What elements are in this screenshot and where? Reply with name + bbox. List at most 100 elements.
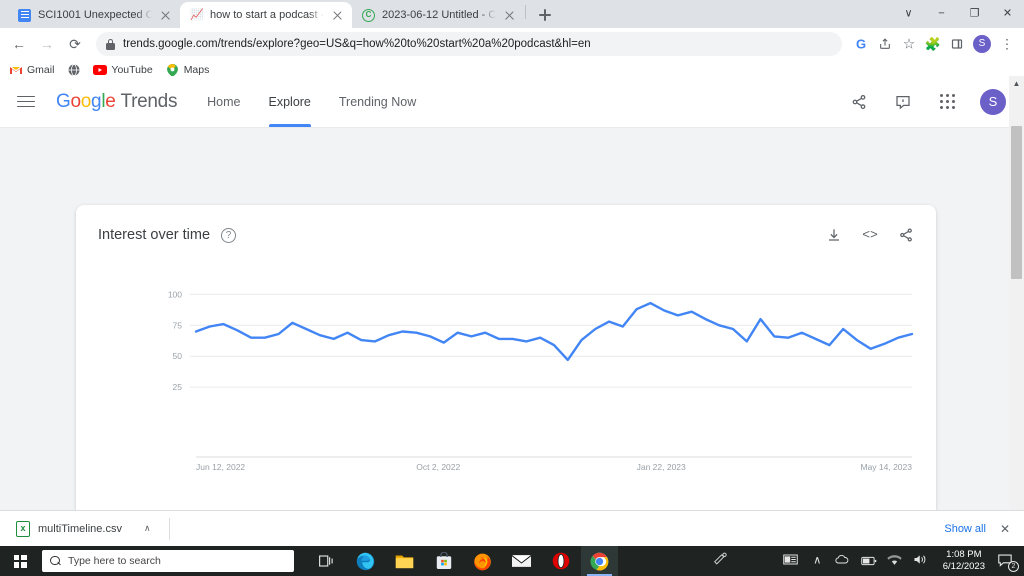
browser-toolbar: ← → ⟳ trends.google.com/trends/explore?g… [0, 28, 1024, 60]
show-all-downloads-button[interactable]: Show all [944, 523, 986, 535]
clock-date: 6/12/2023 [942, 561, 985, 572]
browser-tab[interactable]: SCI1001 Unexpected Careers Th [8, 2, 180, 28]
windows-taskbar: Type here to search ∧ 1:08 PM 6/12/2023 … [0, 546, 1024, 576]
gmail-icon [10, 64, 22, 76]
tab-strip: SCI1001 Unexpected Careers Th 📈 how to s… [0, 0, 1024, 28]
tab-search-glyph: ∨ [904, 7, 913, 20]
trends-nav: Home Explore Trending Now [207, 76, 416, 127]
close-window-button[interactable]: ✕ [991, 0, 1024, 28]
close-icon[interactable] [503, 9, 516, 22]
bookmark-gmail[interactable]: Gmail [10, 64, 54, 76]
scrollbar-thumb[interactable] [1011, 126, 1022, 279]
close-icon[interactable] [159, 9, 172, 22]
browser-tab[interactable]: C 2023-06-12 Untitled - Copy.ai [352, 2, 524, 28]
maximize-glyph: ❐ [969, 7, 980, 20]
clock[interactable]: 1:08 PM 6/12/2023 [939, 549, 989, 573]
google-lens-icon[interactable]: G [850, 33, 872, 55]
page-viewport: Google Trends Home Explore Trending Now … [0, 76, 1024, 546]
side-panel-icon[interactable] [946, 33, 968, 55]
download-shelf: multiTimeline.csv ∧ Show all ✕ [0, 510, 1024, 546]
card-title-text: Interest over time [98, 227, 211, 243]
nav-item-explore[interactable]: Explore [268, 76, 312, 127]
new-tab-button[interactable] [533, 3, 557, 27]
news-weather-icon[interactable] [782, 553, 800, 570]
start-button[interactable] [0, 546, 40, 576]
tab-separator [525, 4, 526, 19]
mail-icon[interactable] [503, 546, 540, 576]
browser-tab-active[interactable]: 📈 how to start a podcast - Explore [180, 2, 352, 28]
copyai-icon: C [362, 8, 375, 22]
close-icon[interactable] [331, 9, 344, 22]
svg-text:Jun 12, 2022: Jun 12, 2022 [196, 462, 245, 472]
bookmark-label: Maps [183, 63, 210, 76]
bookmark-globe[interactable] [68, 63, 80, 76]
download-shelf-actions: Show all ✕ [944, 522, 1016, 536]
trends-header-actions: S [848, 76, 1006, 127]
download-icon[interactable] [824, 225, 844, 245]
minimize-button[interactable]: − [925, 0, 958, 28]
vertical-scrollbar[interactable]: ▲ ▼ [1009, 76, 1024, 546]
google-apps-grid-icon[interactable] [936, 91, 958, 113]
divider [168, 517, 170, 540]
svg-text:Oct 2, 2022: Oct 2, 2022 [416, 462, 460, 472]
task-view-icon[interactable] [308, 546, 345, 576]
bookmark-maps[interactable]: Maps [166, 63, 210, 77]
wifi-icon[interactable] [887, 553, 904, 570]
back-button[interactable]: ← [6, 31, 32, 57]
profile-avatar[interactable]: S [973, 35, 991, 53]
address-bar[interactable]: trends.google.com/trends/explore?geo=US&… [96, 32, 842, 56]
google-trends-header: Google Trends Home Explore Trending Now … [0, 76, 1024, 128]
avatar[interactable]: S [980, 88, 1006, 115]
share-icon[interactable] [848, 91, 870, 113]
nav-item-home[interactable]: Home [207, 76, 240, 127]
forward-button[interactable]: → [34, 31, 60, 57]
windows-logo-icon [13, 554, 27, 568]
volume-icon[interactable] [913, 553, 930, 570]
firefox-icon[interactable] [464, 546, 501, 576]
bookmark-star-icon[interactable]: ☆ [898, 33, 920, 55]
google-trends-logo[interactable]: Google Trends [56, 91, 177, 113]
interest-over-time-chart[interactable]: 100 75 50 25 Jun 12, 2022 Oct 2, 2022 Jan 22, … [76, 271, 936, 546]
share-icon[interactable] [896, 225, 916, 245]
hamburger-menu-icon[interactable] [16, 94, 38, 110]
chrome-menu-icon[interactable]: ⋮ [996, 33, 1018, 55]
youtube-icon [93, 64, 108, 76]
download-item[interactable]: multiTimeline.csv ∧ [8, 516, 159, 542]
onedrive-icon[interactable] [835, 553, 852, 570]
bookmark-youtube[interactable]: YouTube [93, 64, 153, 76]
maximize-button[interactable]: ❐ [958, 0, 991, 28]
extensions-puzzle-icon[interactable]: 🧩 [922, 33, 944, 55]
tab-title: how to start a podcast - Explore [210, 8, 324, 21]
battery-icon[interactable] [860, 553, 878, 570]
chevron-up-icon[interactable]: ∧ [144, 523, 151, 534]
search-placeholder: Type here to search [68, 555, 161, 567]
reload-button[interactable]: ⟳ [62, 31, 88, 57]
svg-text:50: 50 [173, 351, 183, 361]
show-hidden-icons-chevron[interactable]: ∧ [809, 553, 826, 570]
file-explorer-icon[interactable] [386, 546, 423, 576]
tab-search-icon[interactable]: ∨ [892, 0, 925, 28]
notifications-button[interactable]: 2 [998, 552, 1019, 572]
feedback-icon[interactable] [892, 91, 914, 113]
window-controls: ∨ − ❐ ✕ [892, 0, 1024, 28]
interest-over-time-card: Interest over time ? <> 100 75 50 25 Jun… [76, 205, 936, 546]
share-page-icon[interactable] [874, 33, 896, 55]
close-download-shelf-button[interactable]: ✕ [1000, 522, 1010, 536]
page-title: Interest over time ? [98, 227, 237, 243]
scroll-up-icon[interactable]: ▲ [1009, 76, 1024, 91]
pen-workspace-icon[interactable] [714, 552, 728, 571]
document-icon [18, 8, 31, 22]
google-chrome-icon[interactable] [581, 546, 618, 576]
nav-item-trending-now[interactable]: Trending Now [339, 76, 416, 127]
microsoft-store-icon[interactable] [425, 546, 462, 576]
help-icon[interactable]: ? [221, 227, 237, 243]
embed-code-icon[interactable]: <> [860, 225, 880, 245]
globe-icon [68, 63, 80, 76]
search-input[interactable]: Type here to search [42, 550, 294, 572]
opera-icon[interactable] [542, 546, 579, 576]
microsoft-edge-icon[interactable] [347, 546, 384, 576]
card-actions: <> [824, 225, 916, 245]
svg-text:May 14, 2023: May 14, 2023 [860, 462, 912, 472]
minimize-glyph: − [938, 7, 945, 20]
clock-time: 1:08 PM [946, 549, 982, 560]
